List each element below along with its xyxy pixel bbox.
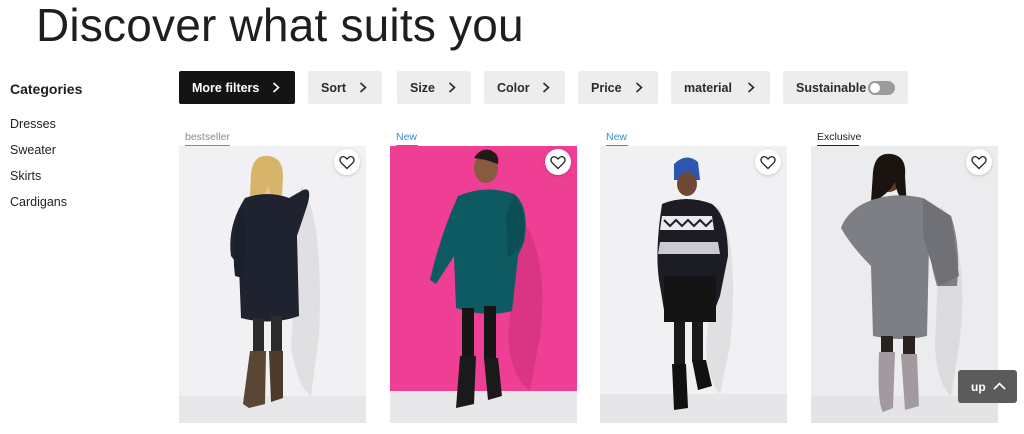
sidebar-item-dresses[interactable]: Dresses <box>10 116 160 142</box>
chevron-up-icon <box>993 382 1006 390</box>
material-filter-button[interactable]: material <box>671 71 770 104</box>
sustainable-toggle-switch[interactable] <box>868 81 895 95</box>
heart-icon <box>339 155 355 169</box>
sort-label: Sort <box>321 80 346 95</box>
product-card[interactable]: New <box>600 130 787 423</box>
product-badge: New <box>396 131 418 143</box>
heart-icon <box>550 155 566 169</box>
model-illustration <box>390 149 577 423</box>
category-sidebar: Categories Dresses Sweater Skirts Cardig… <box>10 79 160 220</box>
material-label: material <box>684 80 732 95</box>
sidebar-item-cardigans[interactable]: Cardigans <box>10 194 160 220</box>
category-list: Dresses Sweater Skirts Cardigans <box>10 116 160 220</box>
sustainable-filter-toggle[interactable]: Sustainable <box>783 71 908 104</box>
heart-icon <box>760 155 776 169</box>
chevron-right-icon <box>635 82 643 93</box>
product-badge: Exclusive <box>817 131 862 143</box>
wishlist-button[interactable] <box>545 149 571 175</box>
product-image[interactable] <box>179 146 366 423</box>
wishlist-button[interactable] <box>334 149 360 175</box>
product-card[interactable]: bestseller <box>179 130 366 423</box>
size-label: Size <box>410 80 436 95</box>
sidebar-item-skirts[interactable]: Skirts <box>10 168 160 194</box>
scroll-to-top-button[interactable]: up <box>958 370 1017 403</box>
model-illustration <box>600 157 787 423</box>
product-card[interactable]: New <box>390 130 577 423</box>
product-badge: New <box>606 131 628 143</box>
sustainable-label: Sustainable <box>796 80 867 95</box>
model-illustration <box>179 155 366 423</box>
sort-button[interactable]: Sort <box>308 71 382 104</box>
product-badge: bestseller <box>185 131 230 143</box>
price-label: Price <box>591 80 622 95</box>
color-label: Color <box>497 80 530 95</box>
sidebar-item-sweater[interactable]: Sweater <box>10 142 160 168</box>
color-filter-button[interactable]: Color <box>484 71 565 104</box>
page-title: Discover what suits you <box>36 0 524 51</box>
more-filters-label: More filters <box>192 80 260 95</box>
chevron-right-icon <box>747 82 755 93</box>
chevron-right-icon <box>359 82 367 93</box>
wishlist-button[interactable] <box>755 149 781 175</box>
chevron-right-icon <box>448 82 456 93</box>
wishlist-button[interactable] <box>966 149 992 175</box>
price-filter-button[interactable]: Price <box>578 71 658 104</box>
toggle-knob <box>870 83 880 93</box>
product-image[interactable] <box>600 146 787 423</box>
sidebar-heading: Categories <box>10 81 83 97</box>
up-label: up <box>971 379 986 394</box>
chevron-right-icon <box>542 82 550 93</box>
chevron-right-icon <box>272 82 280 93</box>
more-filters-button[interactable]: More filters <box>179 71 295 104</box>
size-filter-button[interactable]: Size <box>397 71 471 104</box>
heart-icon <box>971 155 987 169</box>
product-image[interactable] <box>390 146 577 423</box>
